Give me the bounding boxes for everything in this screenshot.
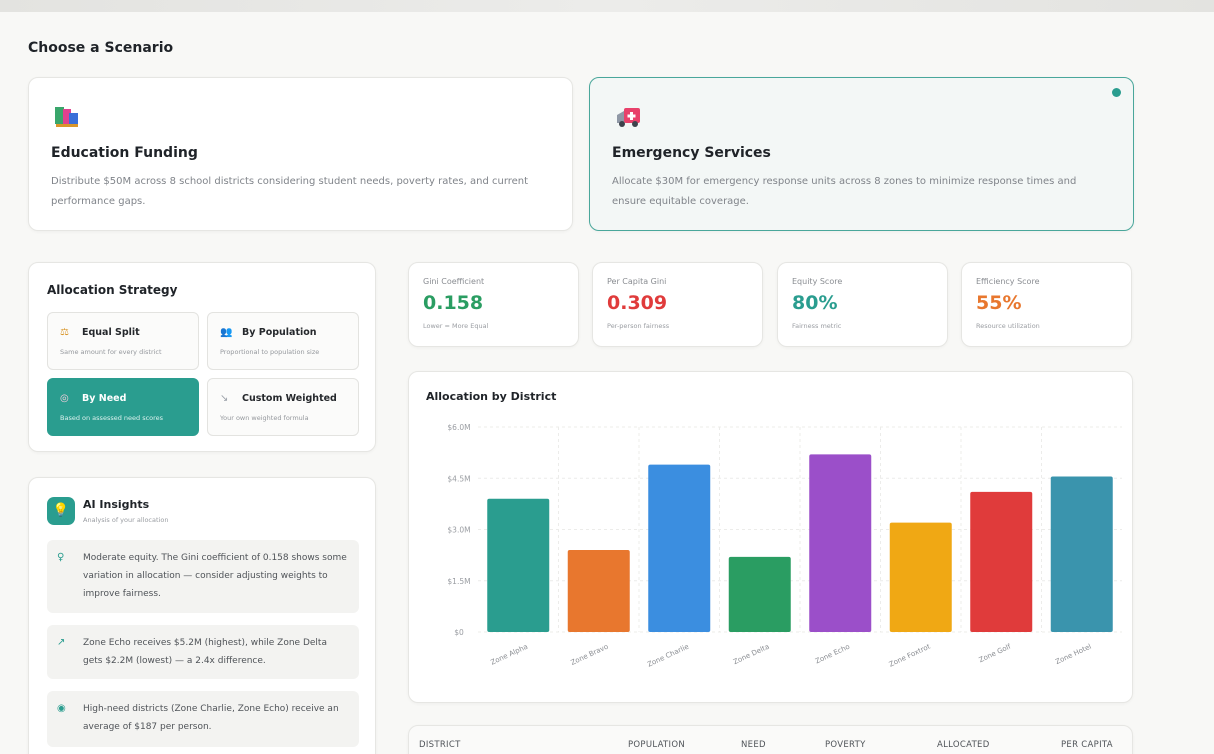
trend-icon: ↗ xyxy=(57,637,66,648)
metric-value: 80% xyxy=(792,292,838,314)
bar[interactable] xyxy=(648,464,711,632)
strategy-label: By Population xyxy=(242,327,317,338)
bar[interactable] xyxy=(1050,476,1113,632)
allocation-chart-card: Allocation by District $6.0M $4.5M $3.0M $1… xyxy=(408,371,1133,703)
panel-subtitle: Analysis of your allocation xyxy=(83,516,169,524)
metric-card-equity-score: Equity Score 80% Fairness metric xyxy=(777,262,948,347)
table-header-population[interactable]: POPULATION xyxy=(628,740,685,750)
metric-label: Gini Coefficient xyxy=(423,277,485,286)
y-tick-label: $4.5M xyxy=(447,474,470,483)
y-tick-label: $3.0M xyxy=(447,526,470,535)
lightbulb-icon: ♀ xyxy=(57,552,65,563)
table-header-need[interactable]: NEED xyxy=(741,740,766,750)
metric-card-gini: Gini Coefficient 0.158 Lower = More Equa… xyxy=(408,262,579,347)
scenario-description: Allocate $30M for emergency response uni… xyxy=(612,176,1077,207)
insight-item: ♀ Moderate equity. The Gini coefficient … xyxy=(47,540,359,613)
x-tick-label: Zone Golf xyxy=(978,642,1013,664)
strategy-equal-split[interactable]: ⚖ Equal Split Same amount for every dist… xyxy=(47,312,199,370)
scenario-title: Education Funding xyxy=(51,145,198,161)
scenario-description: Distribute $50M across 8 school district… xyxy=(51,176,529,207)
bar[interactable] xyxy=(809,454,872,632)
metric-sublabel: Lower = More Equal xyxy=(423,322,489,330)
metric-sublabel: Resource utilization xyxy=(976,322,1040,330)
strategy-label: Equal Split xyxy=(82,327,140,338)
strategy-by-need[interactable]: ◎ By Need Based on assessed need scores xyxy=(47,378,199,436)
page-title: Choose a Scenario xyxy=(28,40,174,56)
bar[interactable] xyxy=(889,522,952,632)
panel-title: AI Insights xyxy=(83,498,150,511)
strategy-desc: Same amount for every district xyxy=(60,348,162,356)
ambulance-icon xyxy=(617,108,640,127)
target-icon: ◉ xyxy=(57,703,66,714)
strategy-custom-weighted[interactable]: ↘ Custom Weighted Your own weighted form… xyxy=(207,378,359,436)
table-header-allocated[interactable]: ALLOCATED xyxy=(937,740,990,750)
y-tick-label: $1.5M xyxy=(447,577,470,586)
insight-item: ↗ Zone Echo receives $5.2M (highest), wh… xyxy=(47,625,359,679)
people-icon: 👥 xyxy=(220,327,233,338)
insight-text: Zone Echo receives $5.2M (highest), whil… xyxy=(83,638,327,666)
bar-chart: $6.0M $4.5M $3.0M $1.5M $0 Zone Alpha Zone Bra… xyxy=(447,423,1122,669)
metric-label: Efficiency Score xyxy=(976,277,1040,286)
x-tick-label: Zone Delta xyxy=(732,643,770,667)
scenario-card-emergency[interactable]: Emergency Services Allocate $30M for eme… xyxy=(589,77,1134,231)
metric-card-efficiency-score: Efficiency Score 55% Resource utilizatio… xyxy=(961,262,1132,347)
metric-value: 55% xyxy=(976,292,1022,314)
table-header-per-capita[interactable]: PER CAPITA xyxy=(1061,740,1113,750)
x-tick-label: Zone Hotel xyxy=(1054,643,1092,667)
metric-sublabel: Per-person fairness xyxy=(607,322,670,330)
x-tick-label: Zone Charlie xyxy=(646,643,690,669)
scenario-card-education[interactable]: Education Funding Distribute $50M across… xyxy=(28,77,573,231)
target-icon: ◎ xyxy=(60,393,69,404)
strategy-desc: Proportional to population size xyxy=(220,348,320,356)
allocation-strategy-panel: Allocation Strategy ⚖ Equal Split Same a… xyxy=(28,262,376,452)
y-tick-label: $0 xyxy=(454,628,464,637)
allocation-table: DISTRICT POPULATION NEED POVERTY ALLOCAT… xyxy=(408,725,1133,754)
ai-insights-panel: 💡 AI Insights Analysis of your allocatio… xyxy=(28,477,376,754)
metric-label: Equity Score xyxy=(792,277,843,286)
selected-indicator xyxy=(1112,88,1121,97)
metric-value: 0.158 xyxy=(423,292,484,314)
x-tick-label: Zone Alpha xyxy=(490,643,530,667)
y-tick-label: $6.0M xyxy=(447,423,470,432)
x-tick-label: Zone Bravo xyxy=(570,643,610,667)
strategy-label: By Need xyxy=(82,393,127,404)
lightbulb-icon: 💡 xyxy=(47,497,75,525)
metric-card-per-capita-gini: Per Capita Gini 0.309 Per-person fairnes… xyxy=(592,262,763,347)
top-strip xyxy=(0,0,1214,12)
books-icon xyxy=(55,107,78,127)
bar[interactable] xyxy=(567,550,630,632)
table-header-poverty[interactable]: POVERTY xyxy=(825,740,866,750)
x-tick-label: Zone Foxtrot xyxy=(888,642,932,668)
scale-icon: ⚖ xyxy=(60,327,69,338)
panel-title: Allocation Strategy xyxy=(47,283,178,297)
metric-label: Per Capita Gini xyxy=(607,277,667,286)
strategy-label: Custom Weighted xyxy=(242,393,337,404)
strategy-by-population[interactable]: 👥 By Population Proportional to populati… xyxy=(207,312,359,370)
scenario-title: Emergency Services xyxy=(612,145,771,161)
x-tick-label: Zone Echo xyxy=(814,643,851,666)
metric-value: 0.309 xyxy=(607,292,668,314)
insight-item: ◉ High-need districts (Zone Charlie, Zon… xyxy=(47,691,359,747)
insight-text: Moderate equity. The Gini coefficient of… xyxy=(83,553,347,599)
bar[interactable] xyxy=(970,491,1033,632)
strategy-desc: Based on assessed need scores xyxy=(60,414,164,422)
metric-sublabel: Fairness metric xyxy=(792,322,842,330)
insight-text: High-need districts (Zone Charlie, Zone … xyxy=(83,704,339,732)
table-header-district[interactable]: DISTRICT xyxy=(419,740,461,750)
slider-icon: ↘ xyxy=(220,393,229,404)
bar[interactable] xyxy=(728,556,791,632)
strategy-desc: Your own weighted formula xyxy=(220,414,309,422)
bar[interactable] xyxy=(487,498,550,632)
